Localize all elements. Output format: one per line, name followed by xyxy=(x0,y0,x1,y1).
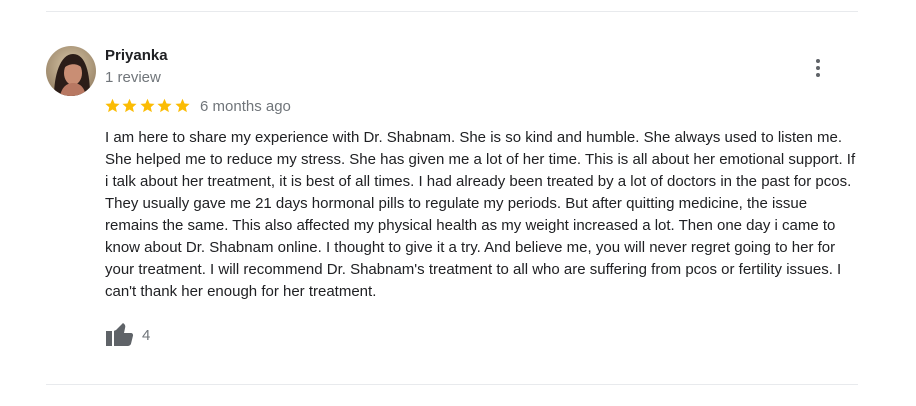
star-icon xyxy=(105,98,120,112)
star-icon xyxy=(122,98,137,112)
reviewer-name[interactable]: Priyanka xyxy=(105,47,168,65)
review-count: 1 review xyxy=(105,69,161,86)
thumb-up-icon xyxy=(106,323,134,346)
reviewer-avatar[interactable] xyxy=(46,46,96,96)
more-options-button[interactable] xyxy=(808,56,828,80)
top-divider xyxy=(46,11,858,12)
avatar-photo xyxy=(46,46,96,96)
like-count: 4 xyxy=(142,327,151,344)
bottom-divider xyxy=(46,384,858,385)
star-icon xyxy=(174,98,190,112)
star-icon xyxy=(157,98,172,112)
star-rating xyxy=(104,96,191,114)
review-text: I am here to share my experience with Dr… xyxy=(105,129,856,300)
like-button[interactable] xyxy=(104,320,136,348)
star-icon xyxy=(140,98,155,112)
review-time: 6 months ago xyxy=(200,98,291,115)
